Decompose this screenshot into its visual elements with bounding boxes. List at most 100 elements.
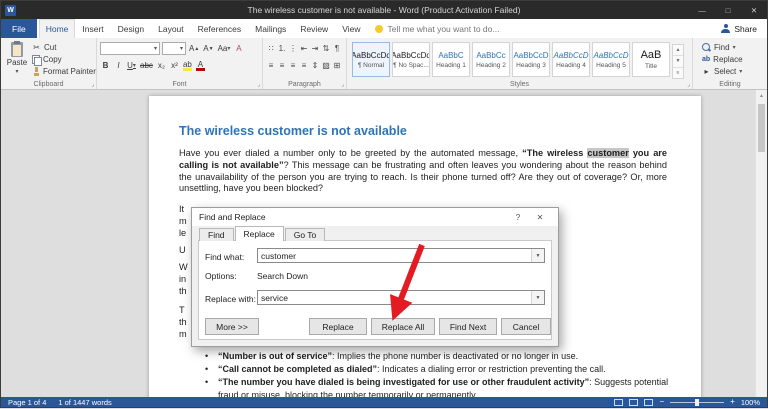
find-next-button[interactable]: Find Next: [439, 318, 497, 335]
paste-label: Paste: [7, 58, 27, 67]
borders-button[interactable]: ⊞: [332, 59, 342, 72]
dialog-tab-goto[interactable]: Go To: [285, 228, 326, 241]
style-normal[interactable]: AaBbCcDd ¶ Normal: [352, 42, 390, 77]
text-highlight-button[interactable]: ab: [182, 59, 193, 72]
font-name-combo[interactable]: ▾: [100, 42, 160, 55]
cut-button[interactable]: ✂ Cut: [32, 42, 93, 53]
align-center-button[interactable]: ≡: [277, 59, 287, 72]
bold-button[interactable]: B: [100, 59, 111, 72]
font-dialog-launcher[interactable]: ⌟: [257, 81, 260, 88]
grow-font-button[interactable]: A▲: [188, 42, 200, 55]
web-layout-icon[interactable]: [644, 399, 653, 406]
numbering-button[interactable]: 1.: [277, 42, 287, 55]
increase-indent-button[interactable]: ⇥: [310, 42, 320, 55]
zoom-slider-thumb[interactable]: [695, 399, 699, 406]
select-button[interactable]: ▸ Select ▾: [702, 66, 764, 77]
tab-layout[interactable]: Layout: [151, 19, 191, 38]
replace-with-dropdown-icon[interactable]: ▼: [531, 291, 544, 304]
align-right-button[interactable]: ≡: [288, 59, 298, 72]
styles-scroll-up-icon[interactable]: ▲: [673, 45, 683, 56]
tab-file[interactable]: File: [1, 19, 37, 38]
justify-button[interactable]: ≡: [299, 59, 309, 72]
tab-insert[interactable]: Insert: [75, 19, 110, 38]
style-heading-3[interactable]: AaBbCcD Heading 3: [512, 42, 550, 77]
find-button[interactable]: Find ▾: [702, 42, 764, 53]
scrollbar-up-icon[interactable]: ▲: [756, 90, 767, 102]
bullets-button[interactable]: ∷: [266, 42, 276, 55]
replace-button[interactable]: ab Replace: [702, 54, 764, 65]
underline-button[interactable]: U▾: [126, 59, 137, 72]
scrollbar-thumb[interactable]: [758, 104, 765, 152]
find-what-dropdown-icon[interactable]: ▼: [531, 249, 544, 262]
sort-button[interactable]: ⇅: [321, 42, 331, 55]
dialog-replace-button[interactable]: Replace: [309, 318, 367, 335]
zoom-out-button[interactable]: −: [659, 398, 664, 406]
style-heading-2[interactable]: AaBbCc Heading 2: [472, 42, 510, 77]
style-heading-1[interactable]: AaBbC Heading 1: [432, 42, 470, 77]
options-label: Options:: [205, 271, 237, 281]
clipboard-dialog-launcher[interactable]: ⌟: [91, 81, 94, 88]
copy-label: Copy: [43, 55, 62, 64]
dialog-tab-replace[interactable]: Replace: [235, 226, 284, 241]
paragraph-dialog-launcher[interactable]: ⌟: [341, 81, 344, 88]
dialog-tab-find[interactable]: Find: [199, 228, 234, 241]
shrink-font-button[interactable]: A▼: [202, 42, 214, 55]
clear-formatting-button[interactable]: A: [233, 42, 244, 55]
align-left-button[interactable]: ≡: [266, 59, 276, 72]
style-heading-5[interactable]: AaBbCcD Heading 5: [592, 42, 630, 77]
tab-design[interactable]: Design: [111, 19, 151, 38]
word-app-icon: W: [5, 5, 16, 16]
print-layout-icon[interactable]: [629, 399, 638, 406]
dialog-close-button[interactable]: ✕: [529, 213, 551, 222]
styles-scroll-down-icon[interactable]: ▼: [673, 56, 683, 67]
multilevel-list-button[interactable]: ⋮: [288, 42, 298, 55]
superscript-button[interactable]: x²: [169, 59, 180, 72]
dialog-help-button[interactable]: ?: [507, 213, 529, 222]
bullet-text: “The number you have dialed is being inv…: [218, 376, 669, 397]
font-size-combo[interactable]: ▾: [162, 42, 186, 55]
zoom-slider[interactable]: [670, 402, 724, 403]
paste-dropdown-icon[interactable]: ▾: [15, 68, 18, 75]
show-paragraph-marks-button[interactable]: ¶: [332, 42, 342, 55]
more-button[interactable]: More >>: [205, 318, 259, 335]
word-count[interactable]: 1 of 1447 words: [58, 398, 111, 407]
dialog-titlebar[interactable]: Find and Replace ? ✕: [192, 208, 558, 226]
replace-all-button[interactable]: Replace All: [371, 318, 435, 335]
window-titlebar: W The wireless customer is not available…: [1, 1, 767, 19]
zoom-in-button[interactable]: +: [730, 398, 735, 406]
tab-view[interactable]: View: [335, 19, 367, 38]
page-indicator[interactable]: Page 1 of 4: [8, 398, 46, 407]
decrease-indent-button[interactable]: ⇤: [299, 42, 309, 55]
styles-gallery-more-icon[interactable]: ≡: [673, 68, 683, 78]
style-name: Heading 4: [556, 62, 586, 69]
style-heading-4[interactable]: AaBbCcD Heading 4: [552, 42, 590, 77]
vertical-scrollbar[interactable]: ▲: [755, 90, 767, 397]
tab-mailings[interactable]: Mailings: [248, 19, 293, 38]
find-what-combobox[interactable]: customer ▼: [257, 248, 545, 263]
subscript-button[interactable]: x₂: [156, 59, 167, 72]
line-spacing-button[interactable]: ⇕: [310, 59, 320, 72]
font-color-button[interactable]: A: [195, 59, 206, 72]
tab-references[interactable]: References: [191, 19, 248, 38]
strikethrough-button[interactable]: abc: [139, 59, 154, 72]
cancel-button[interactable]: Cancel: [501, 318, 551, 335]
change-case-button[interactable]: Aa▾: [217, 42, 232, 55]
italic-button[interactable]: I: [113, 59, 124, 72]
shading-button[interactable]: ▧: [321, 59, 331, 72]
zoom-level[interactable]: 100%: [741, 398, 760, 407]
format-painter-button[interactable]: Format Painter: [32, 66, 93, 77]
replace-with-combobox[interactable]: service ▼: [257, 290, 545, 305]
restore-button[interactable]: □: [715, 1, 741, 19]
copy-button[interactable]: Copy: [32, 54, 93, 65]
tab-review[interactable]: Review: [293, 19, 335, 38]
tell-me-box[interactable]: Tell me what you want to do...: [367, 19, 507, 38]
paste-button[interactable]: Paste ▾: [4, 40, 30, 78]
share-button[interactable]: Share: [711, 19, 767, 38]
tab-home[interactable]: Home: [39, 19, 76, 38]
close-button[interactable]: ✕: [741, 1, 767, 19]
styles-dialog-launcher[interactable]: ⌟: [687, 81, 690, 88]
style-no-spacing[interactable]: AaBbCcDd ¶ No Spac...: [392, 42, 430, 77]
read-mode-icon[interactable]: [614, 399, 623, 406]
style-title[interactable]: AaB Title: [632, 42, 670, 77]
minimize-button[interactable]: —: [689, 1, 715, 19]
